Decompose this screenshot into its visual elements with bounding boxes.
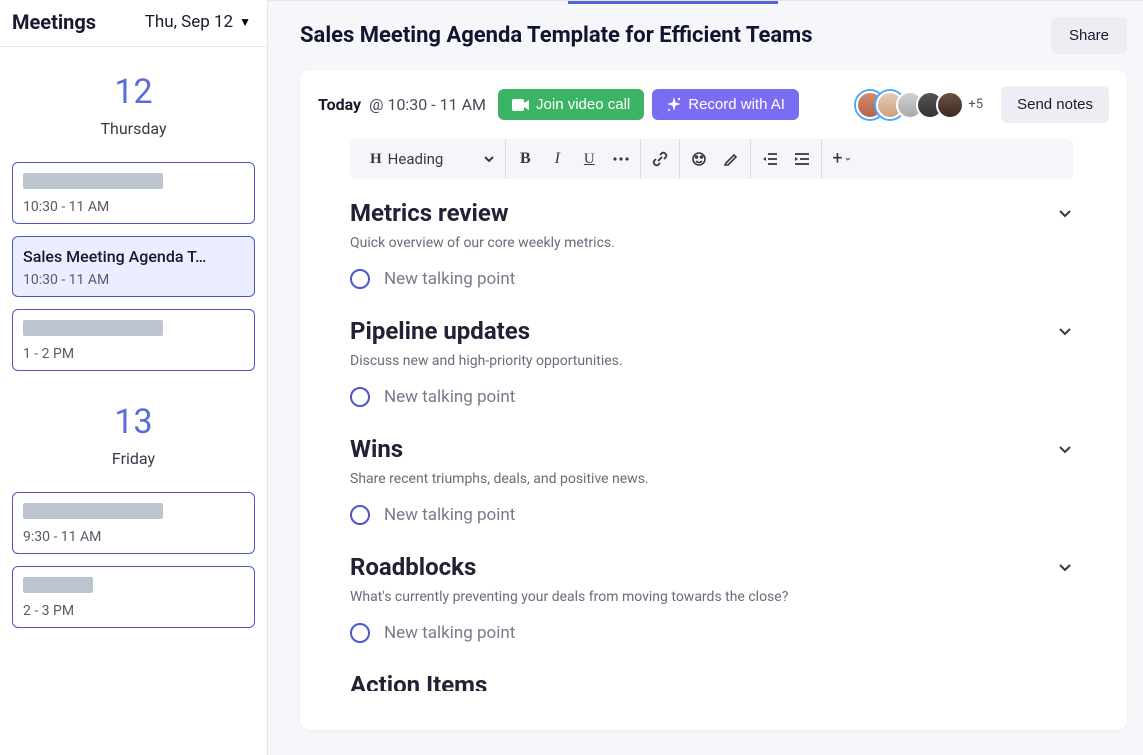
meeting-time: 10:30 - 11 AM bbox=[23, 272, 244, 288]
section-desc: Share recent triumphs, deals, and positi… bbox=[350, 471, 1073, 487]
day-name: Thursday bbox=[12, 119, 255, 138]
chevron-down-icon[interactable] bbox=[1057, 559, 1073, 575]
day-name: Friday bbox=[12, 449, 255, 468]
agenda-section: Metrics review Quick overview of our cor… bbox=[350, 199, 1073, 289]
checkbox-icon[interactable] bbox=[350, 269, 370, 289]
meeting-time: 2 - 3 PM bbox=[23, 603, 244, 619]
checkbox-icon[interactable] bbox=[350, 623, 370, 643]
main-content: Sales Meeting Agenda Template for Effici… bbox=[268, 0, 1143, 755]
meeting-card[interactable]: 10:30 - 11 AM bbox=[12, 162, 255, 224]
sparkle-icon bbox=[666, 97, 682, 113]
sidebar-title: Meetings bbox=[12, 10, 96, 34]
record-ai-button[interactable]: Record with AI bbox=[652, 89, 799, 120]
share-button[interactable]: Share bbox=[1051, 17, 1127, 54]
indent-button[interactable] bbox=[793, 150, 811, 168]
section-title[interactable]: Wins bbox=[350, 435, 403, 463]
section-title[interactable]: Metrics review bbox=[350, 199, 509, 227]
chevron-down-icon[interactable] bbox=[1057, 323, 1073, 339]
new-talking-point[interactable]: New talking point bbox=[350, 623, 1073, 643]
agenda-section: Roadblocks What's currently preventing y… bbox=[350, 553, 1073, 643]
section-title[interactable]: Roadblocks bbox=[350, 553, 476, 581]
section-desc: Quick overview of our core weekly metric… bbox=[350, 235, 1073, 251]
agenda-section: Wins Share recent triumphs, deals, and p… bbox=[350, 435, 1073, 525]
underline-button[interactable]: U bbox=[580, 150, 598, 168]
meeting-time: 9:30 - 11 AM bbox=[23, 529, 244, 545]
chevron-down-icon bbox=[483, 153, 495, 165]
heading-dropdown[interactable]: H Heading bbox=[370, 150, 495, 168]
sidebar-header: Meetings Thu, Sep 12 ▼ bbox=[0, 0, 267, 47]
placeholder-line bbox=[23, 503, 163, 519]
new-talking-point-label: New talking point bbox=[384, 387, 515, 407]
section-desc: What's currently preventing your deals f… bbox=[350, 589, 1073, 605]
meeting-card[interactable]: 2 - 3 PM bbox=[12, 566, 255, 628]
chevron-down-icon[interactable] bbox=[1057, 441, 1073, 457]
scroll-area[interactable]: H Heading B I U bbox=[318, 139, 1109, 714]
meeting-card[interactable]: 1 - 2 PM bbox=[12, 309, 255, 371]
insert-button[interactable]: + bbox=[832, 150, 850, 168]
day-number: 12 bbox=[12, 75, 255, 109]
new-talking-point-label: New talking point bbox=[384, 623, 515, 643]
section-title[interactable]: Pipeline updates bbox=[350, 317, 530, 345]
bold-button[interactable]: B bbox=[516, 150, 534, 168]
avatar-group[interactable]: +5 bbox=[856, 91, 983, 119]
checkbox-icon[interactable] bbox=[350, 387, 370, 407]
today-label: Today bbox=[318, 95, 361, 114]
meeting-card-selected[interactable]: Sales Meeting Agenda T… 10:30 - 11 AM bbox=[12, 236, 255, 297]
placeholder-line bbox=[23, 173, 163, 189]
day-block: 13 Friday 9:30 - 11 AM 2 - 3 PM bbox=[0, 395, 267, 652]
new-talking-point[interactable]: New talking point bbox=[350, 387, 1073, 407]
video-icon bbox=[512, 98, 530, 112]
link-button[interactable] bbox=[651, 150, 669, 168]
sidebar: Meetings Thu, Sep 12 ▼ 12 Thursday 10:30… bbox=[0, 0, 268, 755]
meeting-time: 1 - 2 PM bbox=[23, 346, 244, 362]
join-video-button[interactable]: Join video call bbox=[498, 89, 644, 120]
more-format-button[interactable] bbox=[612, 150, 630, 168]
caret-down-icon: ▼ bbox=[239, 15, 251, 29]
agenda-sections: Metrics review Quick overview of our cor… bbox=[318, 199, 1105, 643]
day-number: 13 bbox=[12, 405, 255, 439]
agenda-section: Pipeline updates Discuss new and high-pr… bbox=[350, 317, 1073, 407]
join-video-label: Join video call bbox=[536, 96, 630, 113]
panel-header: Today @ 10:30 - 11 AM Join video call Re… bbox=[318, 86, 1109, 123]
avatar[interactable] bbox=[936, 91, 964, 119]
color-button[interactable] bbox=[690, 150, 708, 168]
new-talking-point[interactable]: New talking point bbox=[350, 505, 1073, 525]
editor-toolbar: H Heading B I U bbox=[350, 139, 1073, 179]
time-label: @ 10:30 - 11 AM bbox=[369, 95, 486, 114]
new-talking-point-label: New talking point bbox=[384, 505, 515, 525]
placeholder-line bbox=[23, 577, 93, 593]
chevron-down-icon[interactable] bbox=[1057, 205, 1073, 221]
checkbox-icon[interactable] bbox=[350, 505, 370, 525]
new-talking-point-label: New talking point bbox=[384, 269, 515, 289]
date-picker-label: Thu, Sep 12 bbox=[145, 12, 233, 32]
record-ai-label: Record with AI bbox=[688, 96, 785, 113]
top-accent-bar bbox=[568, 1, 778, 4]
section-desc: Discuss new and high-priority opportunit… bbox=[350, 353, 1073, 369]
meeting-panel: Today @ 10:30 - 11 AM Join video call Re… bbox=[300, 70, 1127, 730]
heading-label: Heading bbox=[388, 150, 444, 168]
highlight-button[interactable] bbox=[722, 150, 740, 168]
new-talking-point[interactable]: New talking point bbox=[350, 269, 1073, 289]
section-title-peek: Action Items bbox=[350, 671, 1073, 691]
meeting-card[interactable]: 9:30 - 11 AM bbox=[12, 492, 255, 554]
placeholder-line bbox=[23, 320, 163, 336]
outdent-button[interactable] bbox=[761, 150, 779, 168]
page-title: Sales Meeting Agenda Template for Effici… bbox=[300, 23, 813, 48]
page-header: Sales Meeting Agenda Template for Effici… bbox=[300, 17, 1127, 54]
date-picker[interactable]: Thu, Sep 12 ▼ bbox=[145, 12, 251, 32]
meeting-title: Sales Meeting Agenda T… bbox=[23, 247, 244, 266]
avatar-more-count[interactable]: +5 bbox=[968, 97, 983, 112]
meeting-time: 10:30 - 11 AM bbox=[23, 199, 244, 215]
italic-button[interactable]: I bbox=[548, 150, 566, 168]
day-block: 12 Thursday 10:30 - 11 AM Sales Meeting … bbox=[0, 47, 267, 395]
send-notes-button[interactable]: Send notes bbox=[1001, 86, 1109, 123]
